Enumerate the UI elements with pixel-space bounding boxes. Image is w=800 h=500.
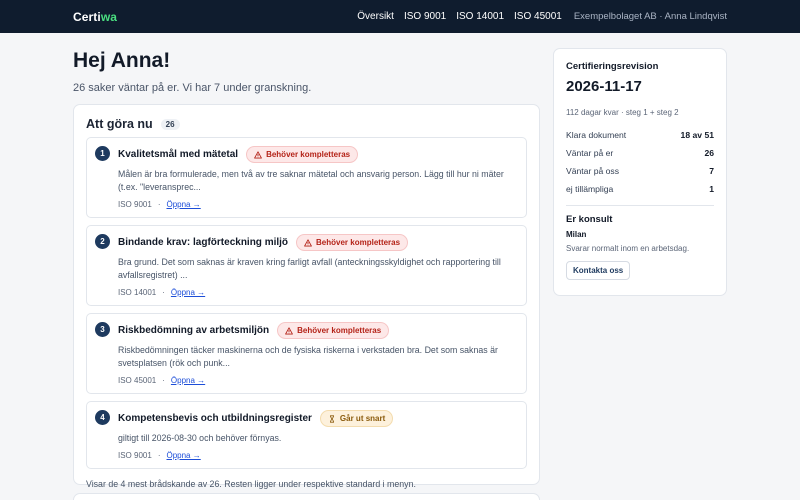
task-description: Riskbedömningen täcker maskinerna och de… [118, 345, 498, 368]
task-item[interactable]: 2 Bindande krav: lagförteckning miljö Be… [86, 225, 527, 306]
status-badge-label: Behöver kompletteras [297, 326, 382, 335]
task-title-row: Kvalitetsmål med mätetal Behöver komplet… [118, 146, 516, 163]
task-title-row: Bindande krav: lagförteckning miljö Behö… [118, 234, 516, 251]
consultant-name: Milan [566, 230, 587, 239]
todo-footer-note: Visar de 4 mest brådskande av 26. Resten… [86, 479, 416, 489]
warning-icon [254, 150, 262, 158]
stat-row: ej tillämpliga 1 [566, 180, 714, 198]
task-number: 3 [95, 322, 110, 337]
stat-value: 1 [709, 184, 714, 194]
stat-label: Väntar på oss [566, 166, 620, 176]
user-account[interactable]: Exempelbolaget AB · Anna Lindqvist [574, 11, 727, 22]
todo-count-badge: 26 [160, 118, 180, 130]
page-subtitle: 26 saker väntar på er. Vi har 7 under gr… [73, 82, 312, 94]
task-item[interactable]: 1 Kvalitetsmål med mätetal Behöver kompl… [86, 137, 527, 218]
task-meta: ISO 45001 · Öppna → [118, 376, 516, 385]
next-section-card [73, 493, 540, 500]
task-item[interactable]: 3 Riskbedömning av arbetsmiljön Behöver … [86, 313, 527, 394]
task-number: 2 [95, 234, 110, 249]
task-title: Kompetensbevis och utbildningsregister [118, 413, 312, 424]
meta-separator: · [157, 451, 161, 460]
status-badge: Går ut snart [319, 410, 394, 427]
todo-card: Att göra nu 26 1 Kvalitetsmål med mäteta… [73, 104, 540, 489]
status-badge-label: Behöver kompletteras [266, 150, 351, 159]
stat-label: Klara dokument [566, 130, 627, 140]
contact-button[interactable]: Kontakta oss [566, 261, 631, 280]
stat-value: 7 [709, 166, 714, 176]
stat-row: Klara dokument 18 av 51 [566, 126, 714, 144]
main-nav: Översikt ISO 9001 ISO 14001 ISO 45001 Ex… [357, 11, 727, 22]
task-description: giltigt till 2026-08-30 och behöver förn… [118, 433, 282, 443]
task-standard: ISO 9001 [118, 451, 152, 460]
open-link[interactable]: Öppna → [171, 288, 205, 297]
open-link[interactable]: Öppna → [171, 376, 205, 385]
stat-row: Väntar på er 26 [566, 144, 714, 162]
open-link[interactable]: Öppna → [166, 451, 200, 460]
task-description: Bra grund. Det som saknas är kraven krin… [118, 257, 501, 280]
task-description: Målen är bra formulerade, men två av tre… [118, 169, 504, 192]
divider [566, 205, 714, 206]
revision-label: Certifieringsrevision [566, 61, 659, 72]
logo[interactable]: Certiwa [73, 10, 117, 24]
revision-sidebar: Certifieringsrevision 2026-11-17 112 dag… [553, 48, 727, 296]
stat-value: 18 av 51 [680, 130, 714, 140]
status-badge-label: Går ut snart [339, 414, 386, 423]
logo-accent-text: wa [100, 9, 118, 24]
revision-date: 2026-11-17 [566, 78, 642, 95]
top-bar: Certiwa Översikt ISO 9001 ISO 14001 ISO … [0, 0, 800, 33]
task-item[interactable]: 4 Kompetensbevis och utbildningsregister… [86, 401, 527, 469]
task-standard: ISO 45001 [118, 376, 157, 385]
task-standard: ISO 9001 [118, 200, 152, 209]
status-badge: Behöver kompletteras [277, 322, 390, 339]
task-meta: ISO 9001 · Öppna → [118, 451, 516, 460]
stat-row: Väntar på oss 7 [566, 162, 714, 180]
task-standard: ISO 14001 [118, 288, 157, 297]
nav-item-iso-14001[interactable]: ISO 14001 [456, 11, 504, 22]
task-meta: ISO 14001 · Öppna → [118, 288, 516, 297]
stat-value: 26 [704, 148, 714, 158]
consultant-note: Svarar normalt inom en arbetsdag. [566, 244, 690, 253]
meta-separator: · [157, 200, 161, 209]
logo-text: Certi [73, 9, 101, 24]
task-title: Kvalitetsmål med mätetal [118, 149, 239, 160]
task-title-row: Kompetensbevis och utbildningsregister G… [118, 410, 516, 427]
warning-icon [285, 326, 294, 334]
meta-separator: · [162, 288, 165, 297]
task-title-row: Riskbedömning av arbetsmiljön Behöver ko… [118, 322, 516, 339]
page-title: Hej Anna! [73, 49, 171, 72]
status-badge: Behöver kompletteras [296, 234, 409, 251]
status-badge-label: Behöver kompletteras [316, 238, 401, 247]
warning-icon [304, 238, 312, 246]
open-link[interactable]: Öppna → [166, 200, 200, 209]
main-content: Hej Anna! 26 saker väntar på er. Vi har … [73, 33, 540, 500]
task-meta: ISO 9001 · Öppna → [118, 200, 516, 209]
stat-label: Väntar på er [566, 148, 614, 158]
nav-item-iso-45001[interactable]: ISO 45001 [514, 11, 562, 22]
nav-item-oversikt[interactable]: Översikt [357, 11, 394, 22]
stat-label: ej tillämpliga [566, 184, 614, 194]
task-number: 4 [95, 410, 110, 425]
status-badge: Behöver kompletteras [246, 146, 359, 163]
consultant-title: Er konsult [566, 214, 613, 225]
meta-separator: · [162, 376, 165, 385]
nav-item-iso-9001[interactable]: ISO 9001 [404, 11, 446, 22]
revision-stats: Klara dokument 18 av 51 Väntar på er 26 Vä… [566, 126, 714, 198]
todo-title: Att göra nu [86, 117, 153, 131]
hourglass-icon [329, 414, 334, 423]
task-title: Riskbedömning av arbetsmiljön [118, 325, 270, 336]
revision-meta: 112 dagar kvar · steg 1 + steg 2 [566, 108, 679, 117]
task-number: 1 [95, 146, 110, 161]
task-title: Bindande krav: lagförteckning miljö [118, 237, 289, 248]
todo-header: Att göra nu 26 [86, 117, 527, 131]
